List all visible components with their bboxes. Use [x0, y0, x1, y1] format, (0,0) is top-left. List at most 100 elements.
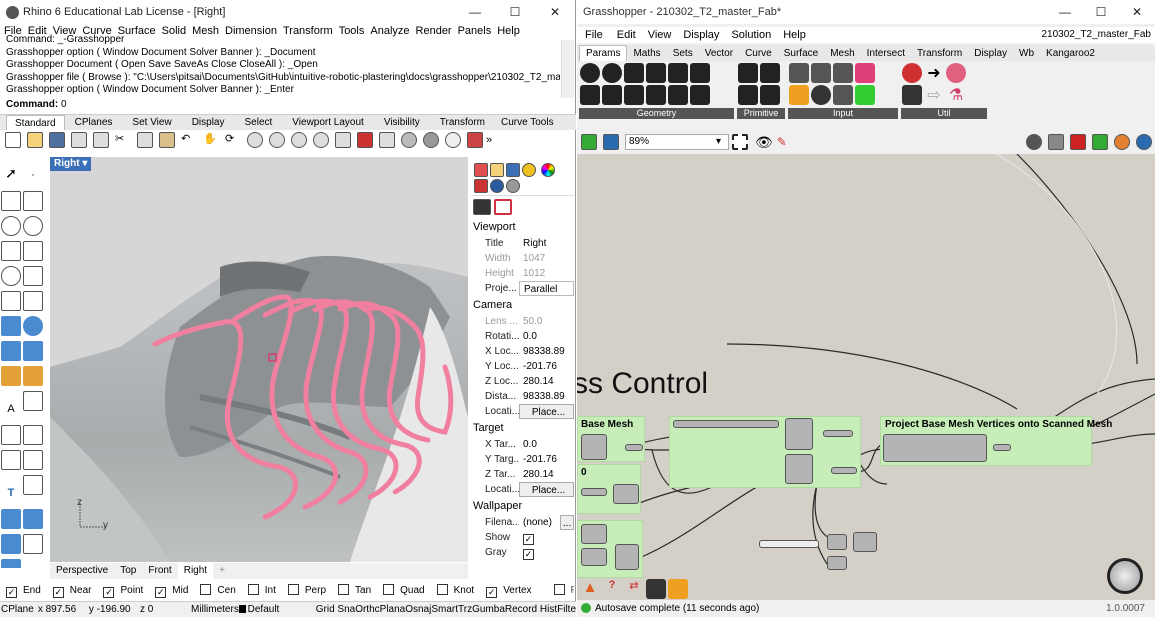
param-boolean-icon[interactable] — [738, 63, 758, 83]
new-icon[interactable] — [5, 132, 21, 148]
text-icon[interactable]: A — [1, 403, 21, 423]
param-point-icon[interactable] — [580, 63, 600, 83]
osnap-checkbox[interactable] — [200, 584, 212, 595]
param-box-icon[interactable] — [668, 63, 688, 83]
minimize-button[interactable]: — — [455, 0, 495, 24]
gh-component[interactable] — [613, 484, 639, 504]
maximize-button[interactable]: ☐ — [495, 0, 535, 24]
util-relay-icon[interactable]: ⇨ — [924, 85, 944, 105]
param-geometry-icon[interactable] — [690, 85, 710, 105]
trim-icon[interactable] — [1, 425, 21, 445]
more-icon[interactable]: » — [486, 134, 492, 146]
boolean-icon[interactable] — [23, 366, 43, 386]
gh-component[interactable] — [785, 418, 813, 450]
polyline-icon[interactable] — [1, 191, 21, 211]
input-graph-icon[interactable] — [789, 85, 809, 105]
util-flask-icon[interactable]: ⚗ — [946, 85, 966, 105]
sphere-solid-icon[interactable] — [23, 316, 43, 336]
osnap-vertex[interactable]: ✓ Vertex — [486, 585, 537, 598]
prop-title-value[interactable]: Right — [519, 236, 574, 251]
gh-menu-display[interactable]: Display — [677, 27, 725, 43]
param-integer-icon[interactable] — [738, 85, 758, 105]
zoom-selected-icon[interactable] — [313, 132, 329, 148]
surface-icon[interactable] — [23, 291, 43, 311]
tab-curve-tools[interactable]: Curve Tools — [495, 115, 560, 130]
gh-tab-sets[interactable]: Sets — [667, 46, 699, 61]
paste-icon[interactable] — [159, 132, 175, 148]
copy-transform-icon[interactable] — [23, 450, 43, 470]
dimension-icon[interactable] — [23, 391, 43, 411]
widget-graph-icon[interactable] — [668, 579, 688, 599]
select-icon[interactable] — [379, 132, 395, 148]
gh-tab-surface[interactable]: Surface — [778, 46, 824, 61]
undo-icon[interactable]: ↶ — [181, 132, 197, 148]
status-toggles[interactable]: Grid SnaOrthcPlanaOsnajSmartTrzGumbaReco… — [316, 602, 576, 617]
pan-icon[interactable]: ✋ — [203, 132, 219, 148]
osnap-cen[interactable]: Cen — [200, 584, 241, 596]
osnap-tan[interactable]: Tan — [338, 584, 377, 596]
osnap-checkbox[interactable] — [287, 584, 299, 595]
param-number-icon[interactable] — [760, 63, 780, 83]
osnap-checkbox[interactable] — [553, 584, 565, 595]
gh-param[interactable] — [831, 467, 857, 474]
command-input[interactable]: Command: 0 — [6, 98, 561, 111]
osnap-int[interactable]: Int — [247, 584, 282, 596]
gh-tab-transform[interactable]: Transform — [911, 46, 968, 61]
palette-label-geometry[interactable]: Geometry — [579, 108, 734, 119]
gumball-icon[interactable] — [1, 559, 21, 568]
open-icon[interactable] — [27, 132, 43, 148]
preview-selected-icon[interactable] — [1070, 134, 1086, 150]
block-icon[interactable] — [23, 509, 43, 529]
preview-eye-icon[interactable]: 👁 — [755, 134, 773, 151]
osnap-checkbox[interactable] — [338, 584, 350, 595]
viewport-right[interactable]: Right ▾ z y — [50, 157, 468, 562]
osnap-checkbox[interactable]: ✓ — [6, 587, 17, 598]
widget-fire-icon[interactable]: ▲ — [580, 579, 600, 599]
gh-param[interactable] — [673, 420, 779, 428]
environment-icon[interactable] — [490, 179, 504, 193]
osnap-checkbox[interactable] — [383, 584, 395, 595]
util-cherry-icon[interactable] — [902, 63, 922, 83]
gh-minimize-button[interactable]: — — [1047, 0, 1083, 24]
gh-tab-curve[interactable]: Curve — [739, 46, 778, 61]
osnap-knot[interactable]: Knot — [436, 584, 481, 596]
gh-close-button[interactable]: ✕ — [1119, 0, 1155, 24]
osnap-checkbox[interactable] — [436, 584, 448, 595]
tab-front[interactable]: Front — [142, 563, 177, 579]
gh-canvas[interactable]: ss Control Base Mesh Project Base Mesh V… — [577, 154, 1155, 600]
input-slider-icon[interactable] — [833, 63, 853, 83]
polygon-icon[interactable] — [1, 266, 21, 286]
status-units[interactable]: Millimeters — [191, 602, 239, 617]
gh-tab-vector[interactable]: Vector — [699, 46, 739, 61]
cylinder-icon[interactable] — [1, 341, 21, 361]
param-group-icon[interactable] — [668, 85, 688, 105]
tab-right[interactable]: Right — [177, 563, 214, 579]
util-data-dam-icon[interactable] — [902, 85, 922, 105]
projection-select[interactable]: Parallel — [519, 281, 574, 296]
circle-icon[interactable] — [1, 216, 21, 236]
osnap-quad[interactable]: Quad — [383, 584, 430, 596]
tab-viewport-layout[interactable]: Viewport Layout — [282, 115, 374, 130]
param-curve-icon[interactable] — [646, 63, 666, 83]
gh-tab-intersect[interactable]: Intersect — [861, 46, 911, 61]
gh-tab-maths[interactable]: Maths — [627, 46, 666, 61]
gh-tab-display[interactable]: Display — [968, 46, 1013, 61]
input-import-icon[interactable] — [789, 63, 809, 83]
param-surface-icon[interactable] — [646, 85, 666, 105]
camera-icon[interactable] — [473, 199, 491, 215]
settings-gear-icon[interactable] — [506, 179, 520, 193]
zoom-window-icon[interactable] — [269, 132, 285, 148]
param-brep-icon[interactable] — [690, 63, 710, 83]
osnap-checkbox[interactable]: ✓ — [155, 587, 167, 598]
navigation-compass-icon[interactable] — [1107, 558, 1143, 594]
gh-tab-params[interactable]: Params — [579, 45, 628, 61]
gh-component[interactable] — [785, 454, 813, 484]
param-arc-icon[interactable] — [624, 63, 644, 83]
osnap-perp[interactable]: Perp — [287, 584, 332, 596]
place-camera-button[interactable]: Place... — [519, 404, 574, 419]
gh-menu-help[interactable]: Help — [777, 27, 812, 43]
chevron-down-icon[interactable]: ▾ — [82, 158, 87, 169]
widget-network-icon[interactable]: ⇄ — [624, 579, 644, 599]
extrude-icon[interactable] — [23, 341, 43, 361]
gh-maximize-button[interactable]: ☐ — [1083, 0, 1119, 24]
